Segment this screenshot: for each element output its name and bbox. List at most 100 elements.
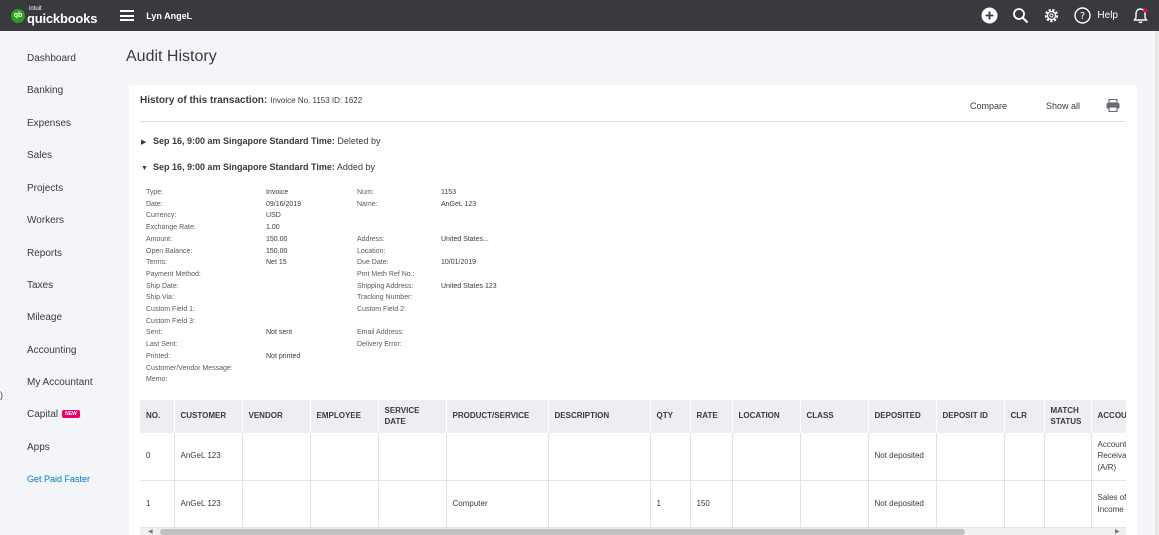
table-cell bbox=[800, 480, 869, 528]
page-scrollbar[interactable] bbox=[1155, 31, 1159, 535]
table-cell bbox=[310, 433, 379, 481]
table-cell bbox=[310, 480, 379, 528]
table-row: 0AnGeL 123 Not deposited Accounts Receivab… bbox=[140, 433, 1126, 481]
detail-label: Shipping Address: bbox=[357, 282, 414, 290]
edge-glyph: ) bbox=[0, 390, 3, 400]
help-button[interactable]: ? Help bbox=[1074, 7, 1118, 24]
detail-value: USD bbox=[266, 212, 281, 220]
history-entry-deleted[interactable]: ▶ Sep 16, 9:00 am Singapore Standard Time… bbox=[141, 136, 380, 146]
detail-value: Net 15 bbox=[266, 259, 287, 267]
detail-label: Delivery Error: bbox=[357, 341, 402, 349]
detail-value: 10/01/2019 bbox=[441, 259, 477, 267]
detail-value: 1153 bbox=[441, 189, 457, 196]
sidebar-item-projects[interactable]: Projects bbox=[27, 183, 63, 194]
detail-value: Not sent bbox=[266, 329, 293, 337]
column-header: CUSTOMER bbox=[174, 400, 243, 433]
detail-label: Num: bbox=[357, 189, 374, 196]
detail-label: Date: bbox=[146, 200, 163, 208]
detail-value: United States... bbox=[441, 235, 489, 243]
detail-value: 150.00 bbox=[266, 247, 288, 255]
horizontal-scrollbar[interactable]: ◀ ▶ bbox=[140, 528, 1126, 535]
table-cell bbox=[690, 433, 733, 481]
history-info: Invoice No. 1153 ID: 1622 bbox=[270, 96, 363, 105]
plus-icon[interactable] bbox=[981, 7, 998, 24]
detail-label: Custom Field 1: bbox=[146, 306, 196, 313]
detail-label: Type: bbox=[146, 189, 164, 196]
table-cell bbox=[936, 480, 1005, 528]
table-cell bbox=[650, 433, 691, 481]
detail-label: Printed: bbox=[146, 352, 171, 360]
top-bar: qb intuit quickbooks Lyn AngeL ? Help bbox=[0, 0, 1159, 31]
detail-label: Amount: bbox=[146, 235, 173, 243]
sidebar-nav: Dashboard Banking Expenses Sales Project… bbox=[0, 31, 111, 535]
sidebar-item-accounting[interactable]: Accounting bbox=[27, 345, 76, 356]
history-entry-added[interactable]: ▼ Sep 16, 9:00 am Singapore Standard Time… bbox=[141, 162, 375, 172]
get-paid-faster-link[interactable]: Get Paid Faster bbox=[27, 474, 90, 484]
sidebar-item-sales[interactable]: Sales bbox=[27, 150, 52, 161]
scroll-right-icon[interactable]: ▶ bbox=[1115, 528, 1120, 535]
entry-action: Deleted by bbox=[337, 136, 381, 146]
table-cell bbox=[548, 433, 651, 481]
detail-label: Customer/Vendor Message: bbox=[146, 364, 233, 372]
sidebar-item-taxes[interactable]: Taxes bbox=[27, 280, 53, 291]
column-header: LOCATION bbox=[732, 400, 801, 433]
detail-value: United States 123 bbox=[441, 282, 497, 290]
print-icon[interactable] bbox=[1106, 98, 1120, 117]
table-cell bbox=[732, 480, 801, 528]
detail-label: Tracking Number: bbox=[357, 294, 413, 302]
table-cell bbox=[242, 480, 311, 528]
scrollbar-thumb[interactable] bbox=[160, 529, 965, 535]
detail-label: Exchange Rate: bbox=[146, 224, 196, 232]
history-heading: History of this transaction: Invoice No. … bbox=[140, 95, 362, 106]
entry-time: Sep 16, 9:00 am Singapore Standard Time: bbox=[153, 136, 335, 146]
bell-icon[interactable] bbox=[1132, 7, 1149, 24]
table-cell bbox=[242, 433, 311, 481]
entry-action: Added by bbox=[336, 162, 375, 172]
sidebar-item-dashboard[interactable]: Dashboard bbox=[27, 53, 76, 64]
column-header: EMPLOYEE bbox=[310, 400, 379, 433]
sidebar-item-capital[interactable]: Capital NEW bbox=[27, 409, 80, 420]
quickbooks-wordmark: quickbooks bbox=[27, 11, 98, 26]
table-header-row: NO. CUSTOMER VENDOR EMPLOYEE SERVICE DATE PRO… bbox=[140, 400, 1126, 433]
quickbooks-logo[interactable]: qb intuit quickbooks bbox=[11, 6, 97, 25]
column-header: CLASS bbox=[800, 400, 869, 433]
table-row: 1 AnGeL 123 Computer 1 150 Not deposited Sales… bbox=[140, 480, 1126, 528]
detail-label: Address: bbox=[357, 235, 385, 243]
column-header: NO. bbox=[140, 400, 175, 433]
menu-icon[interactable] bbox=[120, 10, 135, 21]
sidebar-item-banking[interactable]: Banking bbox=[27, 85, 63, 96]
column-header: MATCH STATUS bbox=[1044, 400, 1092, 433]
table-cell bbox=[548, 480, 651, 528]
entry-time: Sep 16, 9:00 am Singapore Standard Time: bbox=[153, 162, 335, 172]
sidebar-item-label: Capital bbox=[27, 409, 59, 420]
sidebar-item-expenses[interactable]: Expenses bbox=[27, 118, 71, 129]
detail-label: Due Date: bbox=[357, 259, 389, 267]
detail-label: Sent: bbox=[146, 329, 163, 337]
table-cell: Sales of Product Income bbox=[1091, 480, 1126, 528]
column-header: VENDOR bbox=[242, 400, 311, 433]
sidebar-item-workers[interactable]: Workers bbox=[27, 215, 64, 226]
company-name[interactable]: Lyn AngeL bbox=[146, 11, 192, 21]
search-icon[interactable] bbox=[1012, 7, 1029, 24]
sidebar-item-reports[interactable]: Reports bbox=[27, 248, 62, 259]
table-cell bbox=[800, 433, 869, 481]
table-cell bbox=[1004, 480, 1045, 528]
scroll-left-icon[interactable]: ◀ bbox=[148, 528, 153, 535]
column-header: QTY bbox=[650, 400, 691, 433]
sidebar-item-apps[interactable]: Apps bbox=[27, 442, 50, 453]
table-body: 0AnGeL 123 Not deposited Accounts Receivab… bbox=[140, 433, 1126, 528]
show-all-button[interactable]: Show all bbox=[1046, 101, 1080, 111]
gear-icon[interactable] bbox=[1043, 7, 1060, 24]
detail-label: Pmt Meth Ref No.: bbox=[357, 270, 415, 278]
detail-label: Custom Field 3: bbox=[146, 317, 196, 325]
sidebar-item-my-accountant[interactable]: My Accountant bbox=[27, 377, 93, 388]
detail-label: Custom Field 2: bbox=[357, 306, 407, 313]
column-header: DESCRIPTION bbox=[548, 400, 651, 433]
table-cell bbox=[1004, 433, 1045, 481]
compare-button[interactable]: Compare bbox=[970, 101, 1007, 111]
column-header: SERVICE DATE bbox=[378, 400, 447, 433]
sidebar-item-mileage[interactable]: Mileage bbox=[27, 312, 62, 323]
new-badge: NEW bbox=[62, 410, 80, 419]
table-cell: Computer bbox=[446, 480, 549, 528]
help-icon: ? bbox=[1074, 7, 1092, 24]
